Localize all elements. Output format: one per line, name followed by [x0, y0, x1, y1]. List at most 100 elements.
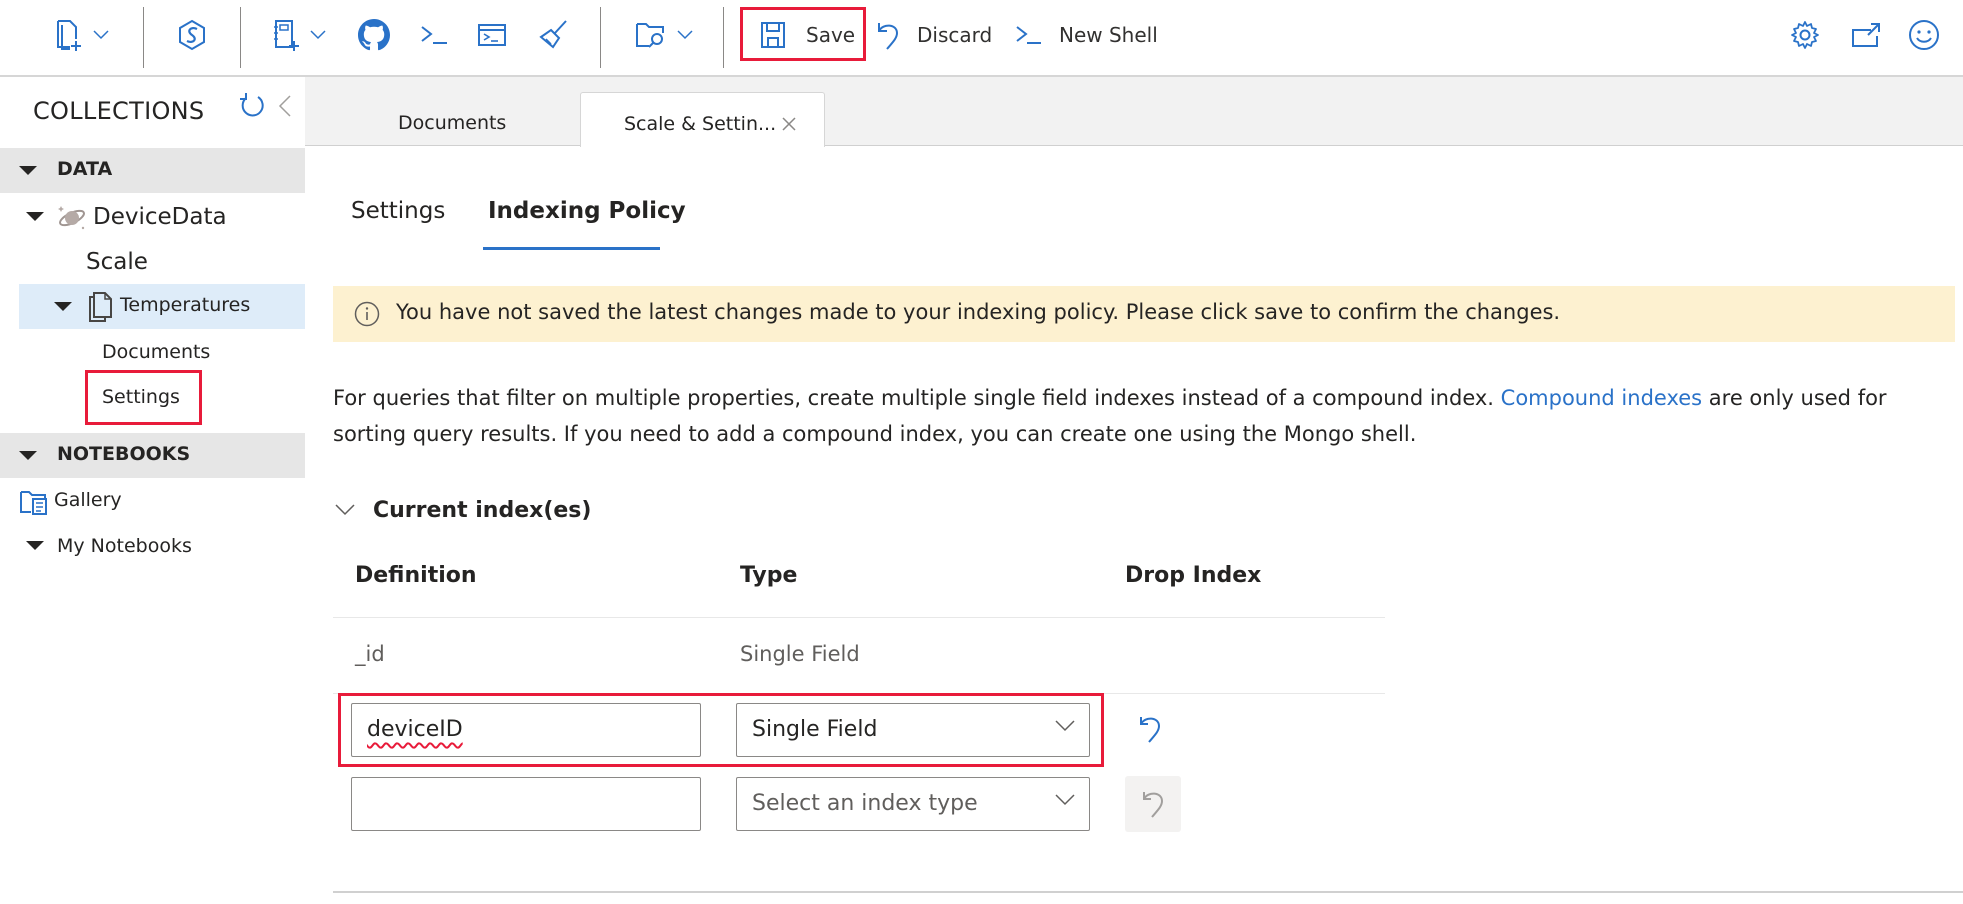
tree-item-label: Temperatures: [120, 294, 251, 316]
unsaved-changes-banner: You have not saved the latest changes ma…: [333, 286, 1955, 342]
caret-down-icon: [19, 451, 37, 460]
subtab-indexing-policy[interactable]: Indexing Policy: [488, 198, 686, 224]
refresh-icon: [238, 92, 266, 120]
column-header-definition: Definition: [355, 563, 477, 588]
open-full-screen-button[interactable]: [1851, 17, 1881, 53]
terminal-icon: [420, 23, 450, 47]
new-container-button[interactable]: [55, 17, 109, 53]
command-bar: Save Discard New Shell: [0, 0, 1963, 77]
toolbar-divider: [240, 7, 241, 68]
discard-button[interactable]: Discard: [875, 17, 992, 53]
description-text: For queries that filter on multiple prop…: [333, 386, 1501, 410]
close-tab-button[interactable]: [782, 117, 796, 131]
reset-workspace-button[interactable]: [538, 17, 568, 53]
chevron-down-icon: [335, 504, 355, 516]
section-notebooks[interactable]: NOTEBOOKS: [0, 433, 305, 478]
new-shell-button[interactable]: New Shell: [1015, 17, 1158, 53]
chevron-down-icon: [1055, 794, 1075, 806]
section-title: Current index(es): [373, 497, 592, 523]
new-notebook-icon: [272, 19, 300, 51]
gallery-icon: [19, 488, 49, 516]
broom-icon: [538, 19, 568, 51]
collections-title: COLLECTIONS: [33, 97, 205, 125]
smiley-icon: [1908, 19, 1940, 51]
github-button[interactable]: [358, 17, 390, 53]
compound-indexes-link[interactable]: Compound indexes: [1501, 386, 1702, 410]
refresh-button[interactable]: [238, 92, 266, 120]
undo-index-button-disabled[interactable]: [1125, 776, 1181, 832]
collapse-sidebar-button[interactable]: [278, 94, 292, 118]
settings-button[interactable]: [1790, 17, 1820, 53]
synapse-link-icon: [177, 19, 207, 51]
tab-documents[interactable]: Documents: [398, 112, 506, 134]
caret-down-icon: [26, 212, 44, 221]
new-index-definition-input[interactable]: [351, 777, 701, 831]
section-divider: [333, 891, 1963, 893]
new-shell-label: New Shell: [1059, 23, 1158, 47]
tab-bar: Documents Scale & Settin...: [305, 77, 1963, 147]
index-type: Single Field: [740, 642, 860, 666]
tree-item-gallery[interactable]: Gallery: [19, 486, 305, 522]
tree-item-devicedata[interactable]: DeviceData: [0, 197, 305, 237]
resource-tree: COLLECTIONS DATA DeviceData Scale Temper…: [0, 77, 305, 904]
terminal-icon: [1015, 23, 1043, 47]
active-subtab-indicator: [483, 247, 660, 250]
console-icon: [477, 23, 507, 47]
open-external-icon: [1851, 22, 1881, 48]
table-row: _id Single Field: [333, 618, 1385, 693]
github-icon: [358, 19, 390, 51]
feedback-button[interactable]: [1908, 17, 1940, 53]
undo-icon: [875, 19, 901, 51]
synapse-link-button[interactable]: [177, 17, 207, 53]
indexing-description: For queries that filter on multiple prop…: [333, 380, 1953, 452]
chevron-down-icon: [93, 30, 109, 40]
chevron-left-icon: [278, 94, 292, 118]
tab-scale-settings[interactable]: Scale & Settin...: [580, 92, 825, 147]
undo-icon: [1137, 713, 1163, 745]
info-icon: [354, 301, 380, 327]
toolbar-divider: [143, 7, 144, 68]
warning-text: You have not saved the latest changes ma…: [396, 300, 1561, 324]
placeholder: Select an index type: [752, 791, 978, 816]
highlight-box: [85, 370, 202, 425]
chevron-down-icon: [677, 30, 693, 40]
undo-icon: [1140, 788, 1166, 820]
section-data[interactable]: DATA: [0, 148, 305, 193]
cosmos-database-icon: [57, 202, 87, 232]
column-header-drop-index: Drop Index: [1125, 563, 1262, 588]
tree-item-label: My Notebooks: [57, 535, 192, 557]
section-label: NOTEBOOKS: [57, 443, 191, 465]
new-container-icon: [55, 19, 83, 51]
new-notebook-button[interactable]: [272, 17, 326, 53]
highlight-box: [338, 693, 1104, 767]
gear-icon: [1790, 20, 1820, 50]
tree-item-label: Gallery: [54, 489, 122, 511]
subtab-settings[interactable]: Settings: [351, 198, 445, 224]
open-query-icon: [635, 20, 667, 50]
new-index-type-dropdown[interactable]: Select an index type: [736, 777, 1090, 831]
highlight-box: [740, 7, 866, 61]
caret-down-icon: [54, 302, 72, 311]
undo-index-button[interactable]: [1137, 713, 1163, 745]
tree-item-scale[interactable]: Scale: [86, 249, 148, 275]
toolbar-divider: [600, 7, 601, 68]
column-header-type: Type: [740, 563, 798, 588]
tab-label: Scale & Settin...: [624, 113, 777, 135]
chevron-down-icon: [310, 30, 326, 40]
open-query-button[interactable]: [635, 17, 693, 53]
tree-item-temperatures[interactable]: Temperatures: [19, 284, 305, 329]
section-label: DATA: [57, 158, 113, 180]
tree-item-label: DeviceData: [93, 204, 227, 230]
index-definition: _id: [355, 642, 385, 666]
caret-down-icon: [26, 541, 44, 550]
close-icon: [782, 117, 796, 131]
current-indexes-toggle[interactable]: Current index(es): [333, 494, 591, 526]
collection-icon: [87, 291, 113, 323]
toolbar-divider: [723, 7, 724, 68]
open-console-button[interactable]: [477, 17, 507, 53]
caret-down-icon: [19, 166, 37, 175]
discard-label: Discard: [917, 23, 993, 47]
tree-item-my-notebooks[interactable]: My Notebooks: [0, 532, 305, 568]
open-terminal-button[interactable]: [420, 17, 450, 53]
tree-item-documents[interactable]: Documents: [102, 341, 210, 363]
